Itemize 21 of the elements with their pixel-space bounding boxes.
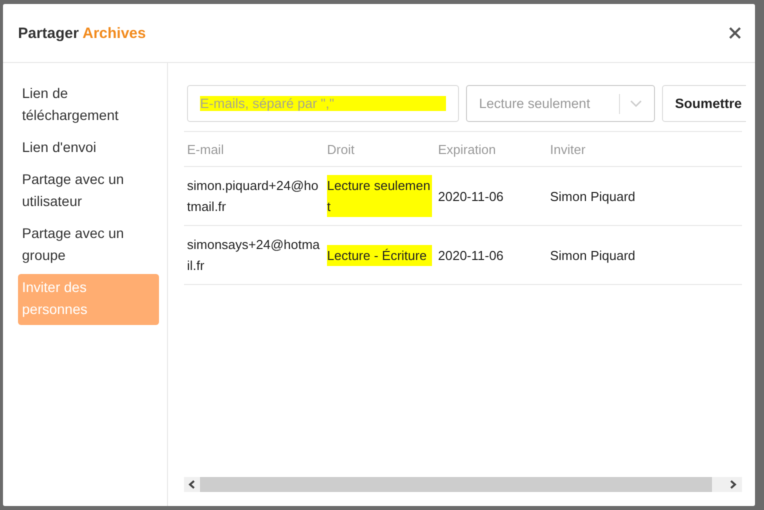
table-cell-text: 2020-11-06 — [438, 188, 505, 206]
submit-button[interactable]: Soumettre — [662, 85, 746, 122]
column-header: E-mail — [187, 142, 224, 156]
table-cell-text: Simon Piquard — [550, 188, 636, 206]
table-cell: Lecture - Écriture — [327, 244, 432, 266]
email-field[interactable]: E-mails, séparé par "," — [187, 85, 459, 122]
sidebar-item[interactable]: Partage avec un groupe — [18, 220, 159, 271]
column-header: Inviter — [550, 142, 586, 156]
chevron-down-icon — [630, 100, 642, 108]
sidebar-item[interactable]: Partage avec un utilisateur — [18, 166, 159, 217]
close-icon[interactable] — [729, 27, 741, 39]
dialog-title: Partager Archives — [18, 24, 146, 42]
table-cell-text: simon.piquard+24@hotmail.fr — [187, 177, 320, 216]
table-cell-text: simonsays+24@hotmail.fr — [187, 236, 321, 275]
sidebar-item[interactable]: Lien de téléchargement — [18, 80, 159, 131]
table-cell-text: Simon Piquard — [550, 246, 636, 265]
column-header: Droit — [327, 142, 354, 156]
table-cell: Lecture seulement — [327, 175, 432, 217]
sidebar-item[interactable]: Lien d'envoi — [18, 134, 159, 163]
table-cell-text: 2020-11-06 — [438, 246, 505, 264]
column-header: Expiration — [438, 142, 496, 156]
